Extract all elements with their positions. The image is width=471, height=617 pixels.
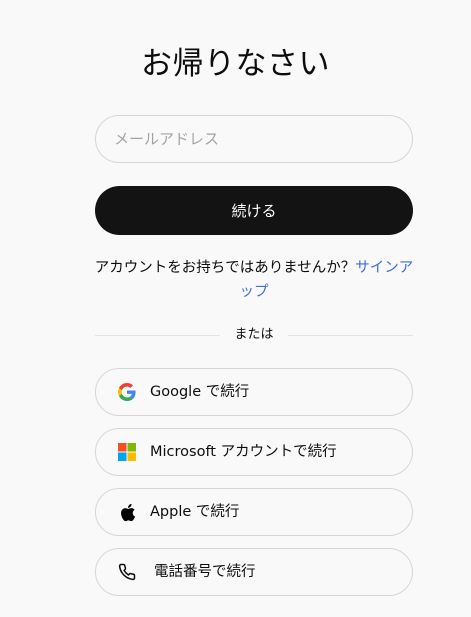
continue-button[interactable]: 続ける [95,186,413,235]
microsoft-signin-label: Microsoft アカウントで続行 [150,444,337,460]
phone-signin-button[interactable]: 電話番号で続行 [95,548,413,596]
apple-signin-label: Apple で続行 [150,504,240,520]
microsoft-signin-button[interactable]: Microsoft アカウントで続行 [95,428,413,476]
apple-signin-button[interactable]: Apple で続行 [95,488,413,536]
phone-icon [117,562,137,582]
google-icon [117,382,137,402]
apple-icon [117,502,137,522]
google-signin-button[interactable]: Google で続行 [95,368,413,416]
signup-prompt: アカウントをお持ちではありませんか？サインアップ [90,256,418,304]
phone-signin-label: 電話番号で続行 [154,564,256,580]
email-input[interactable] [95,115,413,163]
divider-label: または [220,325,288,345]
signup-prompt-text: アカウントをお持ちではありませんか？ [94,260,356,276]
google-signin-label: Google で続行 [150,384,250,400]
page-title: お帰りなさい [141,46,330,82]
microsoft-icon [117,442,137,462]
